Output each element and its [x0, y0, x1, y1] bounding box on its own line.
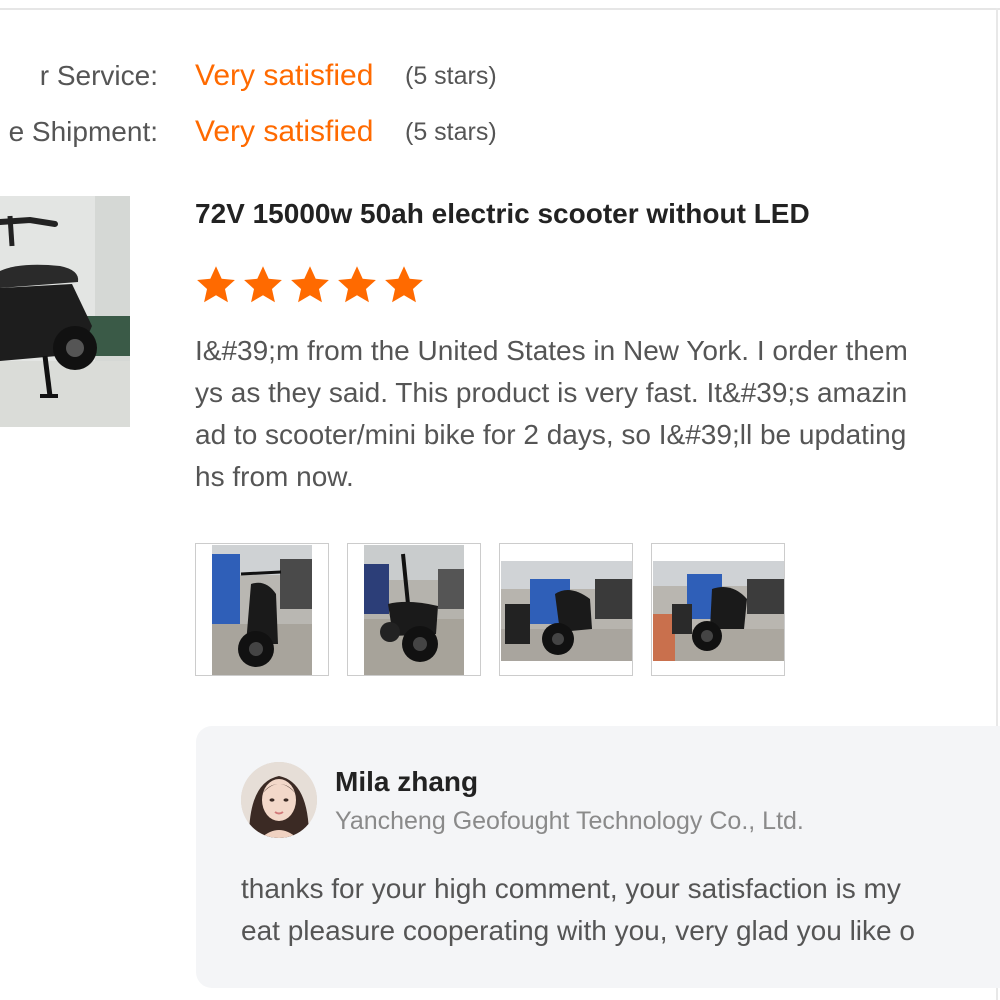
review-text: I&#39;m from the United States in New Yo… [195, 330, 1000, 498]
seller-name: Mila zhang [335, 766, 479, 797]
top-divider [0, 8, 1000, 10]
scooter-photo-icon [653, 561, 784, 661]
rating-label: r Service: [39, 60, 158, 91]
star-rating [194, 263, 426, 309]
star-icon [244, 266, 282, 303]
review-photos [195, 543, 785, 676]
rating-row-shipment: e Shipment: Very satisfied (5 stars) [0, 112, 1000, 152]
review-photo-2[interactable] [347, 543, 481, 676]
reply-text: thanks for your high comment, your satis… [241, 868, 1000, 952]
star-icon [338, 266, 376, 303]
review-photo-3[interactable] [499, 543, 633, 676]
review-line: ys as they said. This product is very fa… [195, 377, 908, 408]
review-photo-1[interactable] [195, 543, 329, 676]
review-line: hs from now. [195, 461, 354, 492]
rating-row-service: r Service: Very satisfied (5 stars) [0, 56, 1000, 96]
rating-stars-count: (5 stars) [405, 118, 497, 146]
product-title[interactable]: 72V 15000w 50ah electric scooter without… [195, 194, 810, 234]
rating-stars-count: (5 stars) [405, 62, 497, 90]
star-icon [197, 266, 235, 303]
seller-avatar [241, 762, 317, 838]
scooter-image-icon [0, 196, 130, 427]
review-line: ad to scooter/mini bike for 2 days, so I… [195, 419, 907, 450]
review-line: I&#39;m from the United States in New Yo… [195, 335, 908, 366]
scooter-photo-icon [364, 545, 464, 675]
rating-value: Very satisfied [195, 115, 374, 148]
review-page: r Service: Very satisfied (5 stars) e Sh… [0, 0, 1000, 1000]
seller-company[interactable]: Yancheng Geofought Technology Co., Ltd. [335, 802, 804, 840]
avatar-icon [241, 762, 317, 838]
rating-value: Very satisfied [195, 59, 374, 92]
star-icon [291, 266, 329, 303]
rating-label: e Shipment: [8, 116, 158, 147]
review-photo-4[interactable] [651, 543, 785, 676]
reply-line: thanks for your high comment, your satis… [241, 873, 901, 904]
scooter-photo-icon [501, 561, 632, 661]
scooter-photo-icon [212, 545, 312, 675]
product-thumbnail[interactable] [0, 196, 130, 427]
reply-line: eat pleasure cooperating with you, very … [241, 915, 915, 946]
star-icon [385, 266, 423, 303]
